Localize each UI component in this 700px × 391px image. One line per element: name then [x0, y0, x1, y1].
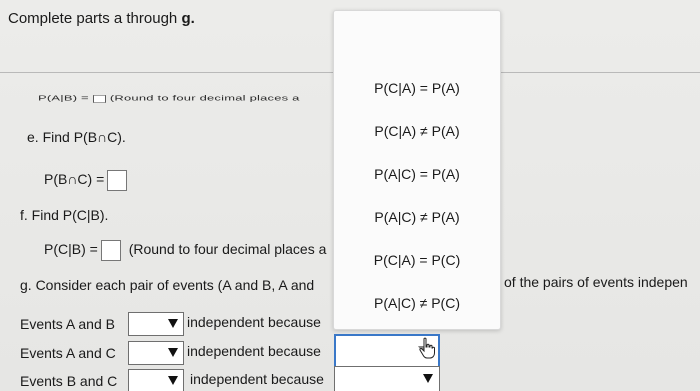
- part-e-label: P(B∩C) =: [44, 171, 105, 188]
- p-c-given-b-answer-box[interactable]: [100, 240, 121, 261]
- events-a-c-select[interactable]: [128, 341, 184, 365]
- triangle-down-icon: [168, 319, 178, 328]
- events-b-c-text: independent because: [190, 371, 324, 387]
- dropdown-option[interactable]: P(C|A) = P(C): [334, 252, 500, 268]
- partial-line-label: P(A|B) =: [38, 94, 89, 103]
- events-a-c-text: independent because: [187, 343, 321, 359]
- part-f-round-note: (Round to four decimal places a: [128, 241, 327, 258]
- events-a-b-text: independent because: [187, 314, 321, 330]
- dropdown-option[interactable]: P(A|C) ≠ P(C): [334, 295, 500, 311]
- instructions-text: Complete parts a through: [8, 10, 182, 27]
- part-e-row: P(B∩C) =: [44, 170, 128, 191]
- dropdown-option[interactable]: P(A|C) = P(A): [334, 166, 500, 182]
- cut-off-expression: [8, 0, 68, 4]
- triangle-down-icon: [423, 374, 433, 383]
- instructions: Complete parts a through g.: [8, 10, 195, 27]
- hand-pointer-icon: [419, 337, 435, 359]
- partial-line-p-a-given-b: P(A|B) = (Round to four decimal places a: [38, 94, 300, 103]
- events-b-c-select[interactable]: [128, 369, 184, 391]
- events-b-c-reason-select[interactable]: [334, 366, 440, 391]
- events-b-c-label: Events B and C: [20, 373, 118, 389]
- part-g-prompt: g. Consider each pair of events (A and B…: [20, 277, 315, 293]
- part-e-prompt: e. Find P(B∩C).: [27, 129, 126, 145]
- dropdown-options-panel: P(C|A) = P(A) P(C|A) ≠ P(A) P(A|C) = P(A…: [333, 10, 501, 330]
- p-a-given-b-answer-box[interactable]: [92, 94, 106, 103]
- dropdown-option[interactable]: P(C|A) ≠ P(A): [334, 123, 500, 139]
- page: Complete parts a through g. P(A|B) = (Rou…: [0, 0, 700, 391]
- triangle-down-icon: [168, 348, 178, 357]
- p-b-and-c-answer-box[interactable]: [107, 170, 128, 191]
- events-a-b-select[interactable]: [128, 312, 184, 336]
- partial-line-note: (Round to four decimal places a: [109, 94, 300, 103]
- part-f-prompt: f. Find P(C|B).: [20, 207, 109, 223]
- triangle-down-icon: [168, 376, 178, 385]
- events-a-c-label: Events A and C: [20, 345, 116, 361]
- part-f-label: P(C|B) =: [44, 241, 98, 258]
- dropdown-option[interactable]: P(C|A) = P(A): [334, 80, 500, 96]
- part-g-right-text: of the pairs of events indepen: [504, 274, 688, 290]
- dropdown-option[interactable]: P(A|C) ≠ P(A): [334, 209, 500, 225]
- events-a-b-label: Events A and B: [20, 316, 115, 332]
- instructions-bold: g.: [181, 10, 195, 27]
- part-f-row: P(C|B) = (Round to four decimal places a: [44, 240, 326, 261]
